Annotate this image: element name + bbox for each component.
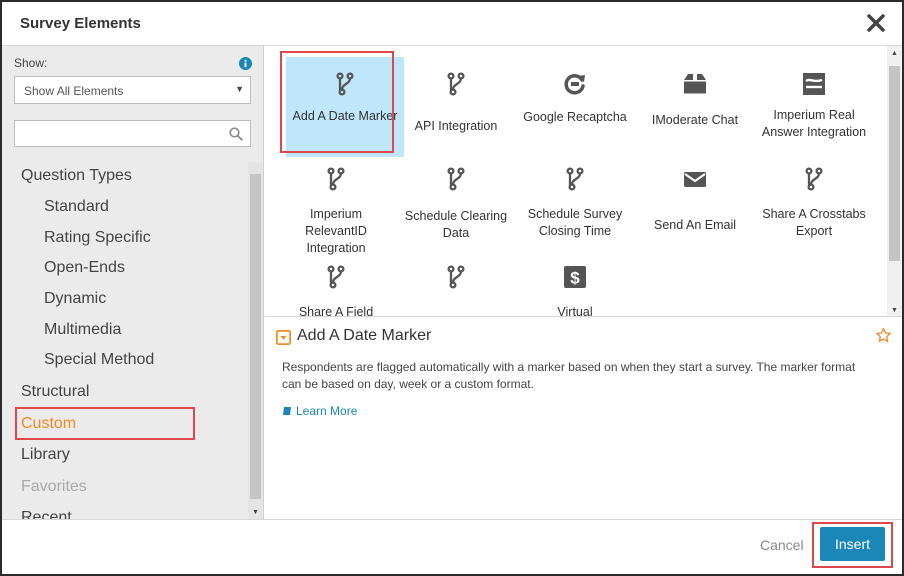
nav-recent[interactable]: Recent	[21, 509, 72, 519]
tile-imoderate-chat[interactable]: IModerate Chat	[636, 57, 754, 157]
cancel-button[interactable]: Cancel	[760, 537, 804, 553]
search-icon[interactable]	[229, 127, 243, 141]
book-icon	[283, 407, 291, 415]
tile-label: IModerate Chat	[651, 113, 739, 127]
scroll-down-arrow-icon[interactable]: ▼	[252, 509, 259, 516]
nav-favorites[interactable]: Favorites	[21, 478, 87, 496]
left-scrollbar[interactable]: ▼	[248, 162, 263, 519]
chat-box-icon	[684, 74, 706, 94]
detail-title: Add A Date Marker	[297, 327, 432, 344]
branch-icon	[327, 167, 345, 191]
tile-label: Send An Email	[654, 218, 736, 232]
tile-imperium-relevantid-integration[interactable]: Imperium RelevantID Integration	[277, 152, 395, 255]
tile-api-integration[interactable]: API Integration	[397, 57, 515, 157]
element-detail-panel: Add A Date Marker Respondents are flagge…	[265, 318, 902, 519]
tile-label: Share A Field	[298, 305, 374, 317]
info-icon[interactable]	[239, 57, 252, 70]
learn-more-link[interactable]: Learn More	[282, 404, 357, 418]
nav-question-types[interactable]: Question Types	[21, 167, 132, 185]
nav-dynamic[interactable]: Dynamic	[44, 290, 106, 308]
scroll-down-arrow-icon[interactable]: ▼	[891, 307, 898, 314]
nav-standard[interactable]: Standard	[44, 198, 109, 216]
recaptcha-icon	[564, 74, 585, 95]
custom-highlight-box	[15, 407, 195, 440]
nav-structural[interactable]: Structural	[21, 383, 89, 401]
insert-highlight-box	[812, 522, 893, 568]
grid-scrollbar-thumb[interactable]	[889, 66, 900, 261]
branch-icon	[447, 72, 465, 96]
tile-send-an-email[interactable]: Send An Email	[636, 152, 754, 252]
detail-description: Respondents are flagged automatically wi…	[282, 360, 856, 391]
show-label: Show:	[14, 56, 48, 70]
tile-label: Google Recaptcha	[523, 110, 627, 124]
tile-share-a-field[interactable]: Share A Field	[277, 250, 395, 317]
tile-label: Imperium Real Answer Integration	[761, 108, 867, 139]
tile-label: Schedule Clearing Data	[404, 209, 508, 240]
tile-highlight-box	[280, 51, 394, 153]
nav-library[interactable]: Library	[21, 446, 70, 464]
left-scrollbar-thumb[interactable]	[250, 174, 261, 499]
tile-unlabeled[interactable]	[397, 250, 515, 316]
scroll-up-arrow-icon[interactable]: ▲	[891, 50, 898, 57]
branch-icon	[327, 265, 345, 289]
nav-open-ends[interactable]: Open-Ends	[44, 259, 125, 277]
svg-text:$: $	[570, 269, 580, 288]
dialog-footer: Cancel Insert	[2, 519, 902, 574]
favorite-star-icon[interactable]	[875, 327, 892, 344]
dialog-title: Survey Elements	[20, 15, 141, 32]
tile-google-recaptcha[interactable]: Google Recaptcha	[516, 57, 634, 157]
tile-schedule-clearing-data[interactable]: Schedule Clearing Data	[397, 152, 515, 252]
elements-grid: Add A Date Marker API Integration Google…	[265, 46, 902, 317]
branch-icon	[805, 167, 823, 191]
tile-label: Schedule Survey Closing Time	[527, 207, 623, 238]
search-input[interactable]	[14, 120, 251, 147]
show-select[interactable]: Show All Elements ▼	[14, 76, 251, 104]
branch-icon	[447, 265, 465, 289]
branch-icon	[447, 167, 465, 191]
nav-special-method[interactable]: Special Method	[44, 351, 154, 369]
nav-rating-specific[interactable]: Rating Specific	[44, 229, 151, 247]
tile-label: Virtual	[557, 305, 593, 317]
caret-down-icon: ▼	[235, 84, 244, 94]
tile-schedule-survey-closing-time[interactable]: Schedule Survey Closing Time	[516, 152, 634, 252]
survey-elements-dialog: Survey Elements Show: Show All Elements …	[0, 0, 904, 576]
left-panel: Show: Show All Elements ▼ Question Types…	[2, 46, 264, 519]
imperium-icon	[803, 73, 825, 95]
tile-label: Share A Crosstabs Export	[762, 207, 866, 238]
close-icon[interactable]	[864, 11, 888, 35]
dollar-icon: $	[564, 266, 586, 288]
envelope-icon	[684, 172, 706, 187]
branch-icon	[566, 167, 584, 191]
learn-more-label: Learn More	[296, 404, 358, 418]
grid-scrollbar[interactable]: ▲ ▼	[887, 46, 902, 316]
tile-imperium-real-answer-integration[interactable]: Imperium Real Answer Integration	[755, 57, 873, 157]
tile-label: API Integration	[414, 119, 498, 133]
nav-multimedia[interactable]: Multimedia	[44, 321, 121, 339]
tile-share-a-crosstabs-export[interactable]: Share A Crosstabs Export	[755, 152, 873, 252]
tile-virtual[interactable]: $ Virtual	[516, 250, 634, 317]
show-select-value: Show All Elements	[24, 84, 124, 98]
collapse-toggle-icon[interactable]	[276, 330, 291, 345]
dialog-header: Survey Elements	[2, 2, 902, 46]
